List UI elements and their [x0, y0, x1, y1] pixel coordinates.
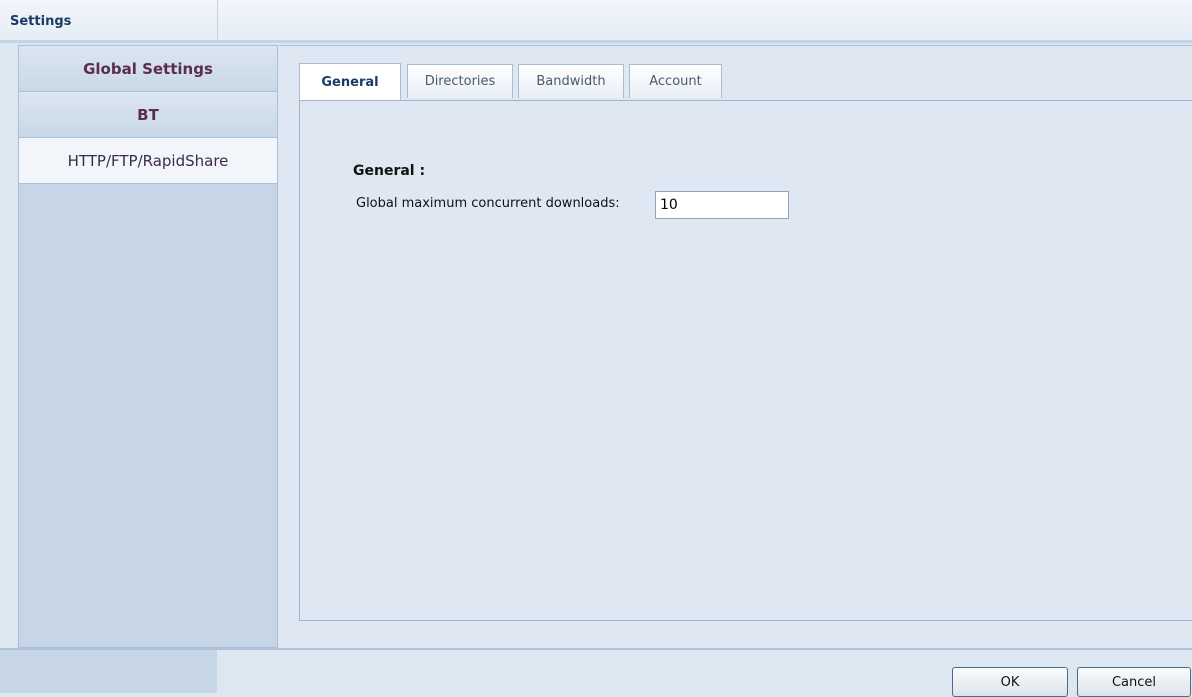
sidebar-item-global-settings[interactable]: Global Settings [19, 46, 277, 92]
tab-label: Account [649, 74, 702, 89]
title-bar: Settings [0, 0, 1192, 41]
max-downloads-input[interactable] [655, 191, 789, 219]
tab-general[interactable]: General [299, 63, 401, 100]
footer-left-panel [0, 650, 217, 693]
max-downloads-label: Global maximum concurrent downloads: [356, 196, 620, 211]
sidebar-item-label: HTTP/FTP/RapidShare [67, 151, 229, 170]
cancel-button-label: Cancel [1111, 674, 1157, 690]
tab-account[interactable]: Account [629, 64, 722, 98]
tab-label: Directories [424, 74, 496, 89]
window-title: Settings [10, 14, 72, 29]
tab-label: General [321, 74, 379, 90]
tab-directories[interactable]: Directories [407, 64, 513, 98]
tab-label: Bandwidth [536, 74, 606, 89]
sidebar: Global Settings BT HTTP/FTP/RapidShare [18, 45, 278, 648]
sidebar-item-label: BT [137, 105, 159, 124]
tab-bandwidth[interactable]: Bandwidth [518, 64, 624, 98]
ok-button-label: OK [1000, 674, 1020, 690]
section-title: General : [353, 163, 426, 179]
sidebar-item-http-ftp-rapidshare[interactable]: HTTP/FTP/RapidShare [19, 138, 277, 184]
sidebar-item-label: Global Settings [83, 59, 213, 78]
sidebar-item-bt[interactable]: BT [19, 92, 277, 138]
tab-bar: General Directories Bandwidth Account [299, 62, 1192, 101]
title-separator [217, 0, 218, 40]
tab-content: General : Global maximum concurrent down… [299, 101, 1192, 621]
settings-panel: General Directories Bandwidth Account Ge… [279, 45, 1192, 649]
title-divider [0, 40, 1192, 43]
